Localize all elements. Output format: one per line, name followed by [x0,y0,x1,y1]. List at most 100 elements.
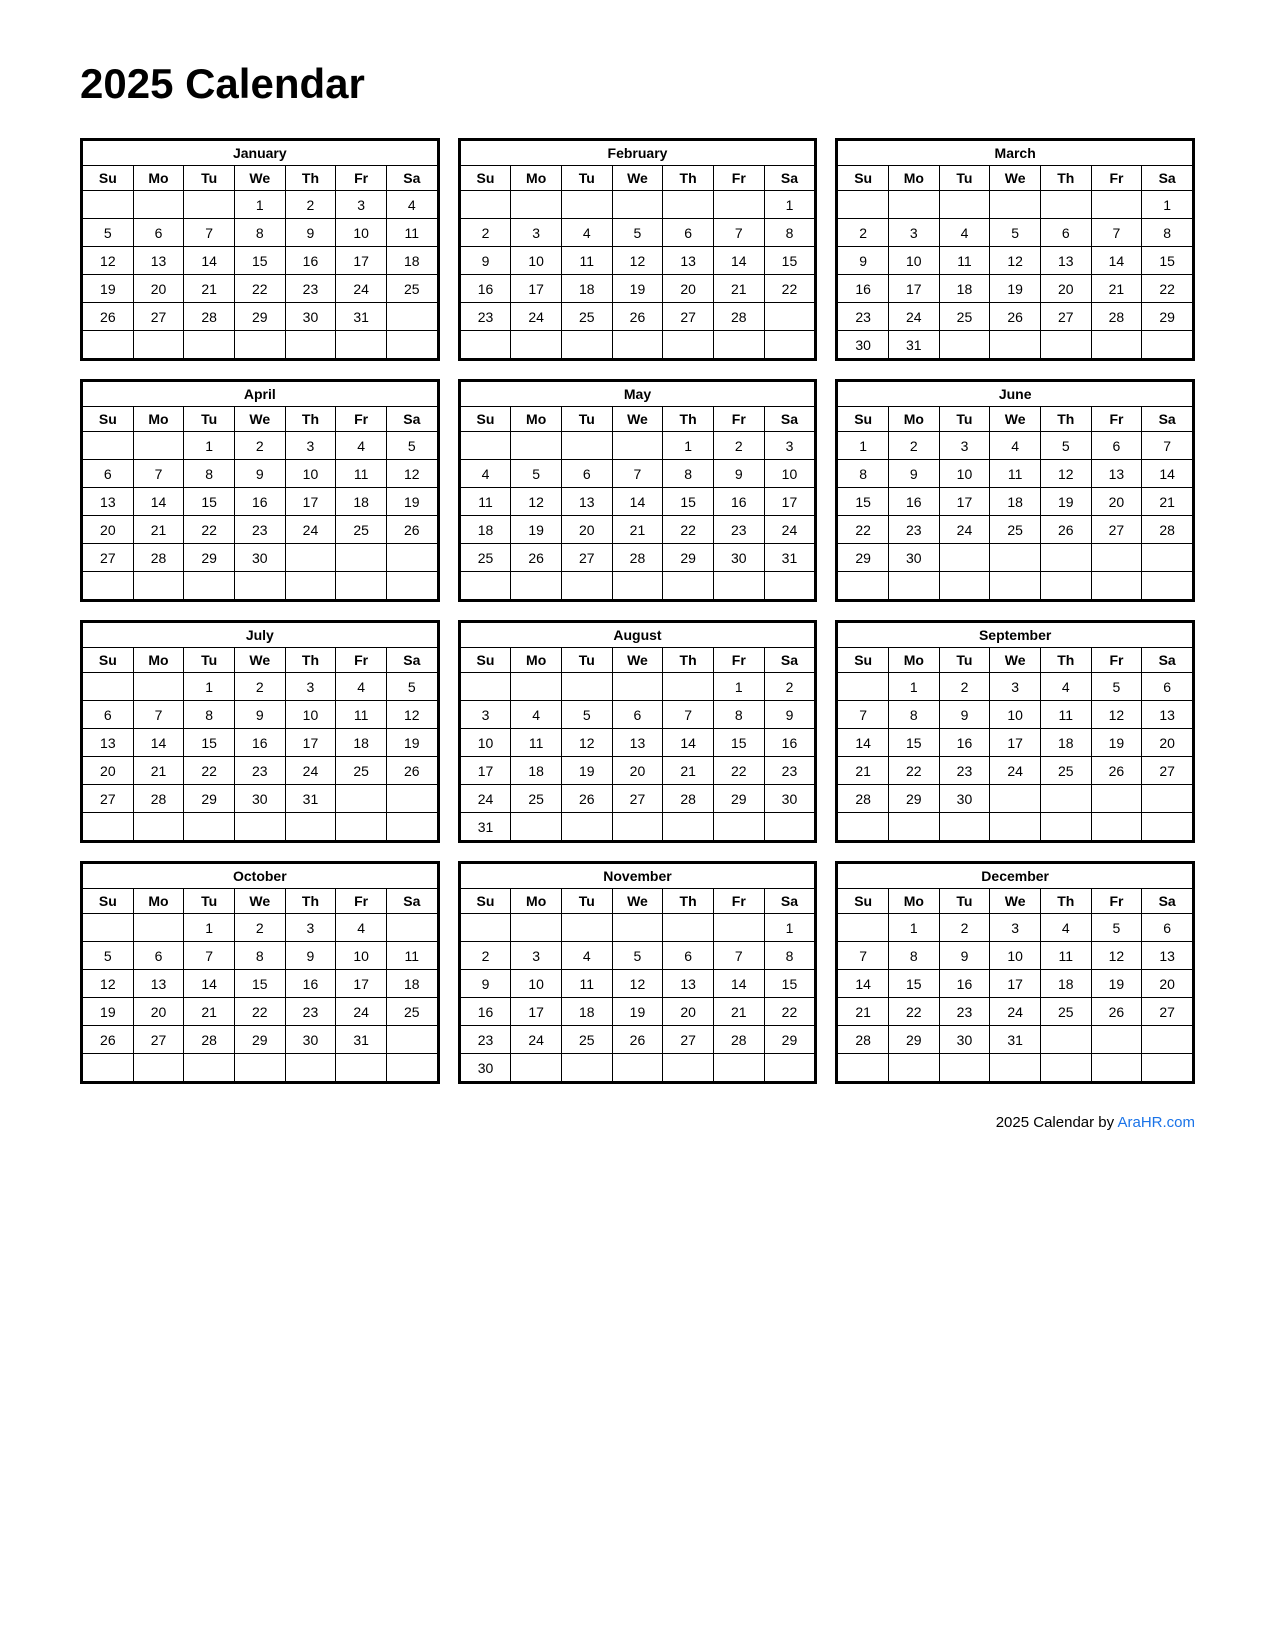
calendar-day[interactable]: 4 [460,460,511,488]
calendar-day[interactable]: 27 [561,544,612,572]
calendar-day[interactable]: 31 [336,1026,387,1054]
calendar-day[interactable]: 1 [838,432,889,460]
calendar-day[interactable]: 26 [612,1026,663,1054]
calendar-day[interactable]: 8 [764,219,815,247]
calendar-day[interactable]: 5 [386,432,437,460]
calendar-day[interactable]: 4 [336,673,387,701]
calendar-day[interactable]: 25 [561,303,612,331]
calendar-day[interactable]: 20 [561,516,612,544]
calendar-day[interactable]: 6 [1040,219,1091,247]
calendar-day[interactable]: 18 [386,247,437,275]
calendar-day[interactable]: 14 [133,729,184,757]
calendar-day[interactable]: 14 [184,247,235,275]
calendar-day[interactable]: 15 [234,970,285,998]
calendar-day[interactable]: 24 [888,303,939,331]
calendar-day[interactable]: 6 [83,701,134,729]
calendar-day[interactable]: 22 [184,757,235,785]
calendar-day[interactable]: 7 [713,219,764,247]
calendar-day[interactable]: 24 [764,516,815,544]
calendar-day[interactable]: 4 [336,914,387,942]
calendar-day[interactable]: 2 [888,432,939,460]
calendar-day[interactable]: 28 [1142,516,1193,544]
calendar-day[interactable]: 2 [234,914,285,942]
calendar-day[interactable]: 15 [713,729,764,757]
calendar-day[interactable]: 11 [336,460,387,488]
calendar-day[interactable]: 23 [888,516,939,544]
calendar-day[interactable]: 8 [888,942,939,970]
calendar-day[interactable]: 18 [561,275,612,303]
calendar-day[interactable]: 31 [460,813,511,841]
calendar-day[interactable]: 23 [460,303,511,331]
calendar-day[interactable]: 21 [713,275,764,303]
calendar-day[interactable]: 27 [1142,757,1193,785]
calendar-day[interactable]: 13 [83,729,134,757]
calendar-day[interactable]: 30 [234,785,285,813]
calendar-day[interactable]: 15 [888,729,939,757]
calendar-day[interactable]: 14 [838,970,889,998]
calendar-day[interactable]: 10 [939,460,990,488]
calendar-day[interactable]: 29 [764,1026,815,1054]
calendar-day[interactable]: 23 [713,516,764,544]
calendar-day[interactable]: 1 [764,914,815,942]
calendar-day[interactable]: 31 [285,785,336,813]
calendar-day[interactable]: 27 [663,1026,714,1054]
calendar-day[interactable]: 27 [663,303,714,331]
calendar-day[interactable]: 6 [1142,673,1193,701]
calendar-day[interactable]: 10 [336,942,387,970]
calendar-day[interactable]: 15 [1142,247,1193,275]
calendar-day[interactable]: 19 [386,729,437,757]
calendar-day[interactable]: 22 [764,998,815,1026]
calendar-day[interactable]: 22 [888,757,939,785]
calendar-day[interactable]: 28 [1091,303,1142,331]
calendar-day[interactable]: 2 [939,914,990,942]
calendar-day[interactable]: 6 [612,701,663,729]
calendar-day[interactable]: 15 [234,247,285,275]
calendar-day[interactable]: 1 [1142,191,1193,219]
calendar-day[interactable]: 28 [838,785,889,813]
calendar-day[interactable]: 24 [285,757,336,785]
calendar-day[interactable]: 8 [663,460,714,488]
calendar-day[interactable]: 18 [336,729,387,757]
calendar-day[interactable]: 8 [234,942,285,970]
calendar-day[interactable]: 7 [184,219,235,247]
calendar-day[interactable]: 22 [713,757,764,785]
calendar-day[interactable]: 1 [663,432,714,460]
calendar-day[interactable]: 27 [133,303,184,331]
calendar-day[interactable]: 31 [336,303,387,331]
calendar-day[interactable]: 16 [234,488,285,516]
calendar-day[interactable]: 4 [511,701,562,729]
calendar-day[interactable]: 25 [1040,998,1091,1026]
calendar-day[interactable]: 20 [83,516,134,544]
calendar-day[interactable]: 8 [838,460,889,488]
calendar-day[interactable]: 12 [990,247,1041,275]
calendar-day[interactable]: 1 [888,914,939,942]
calendar-day[interactable]: 7 [663,701,714,729]
calendar-day[interactable]: 12 [511,488,562,516]
calendar-day[interactable]: 20 [663,998,714,1026]
calendar-day[interactable]: 24 [511,303,562,331]
calendar-day[interactable]: 2 [460,219,511,247]
calendar-day[interactable]: 13 [561,488,612,516]
calendar-day[interactable]: 18 [1040,729,1091,757]
calendar-day[interactable]: 3 [511,942,562,970]
calendar-day[interactable]: 2 [285,191,336,219]
calendar-day[interactable]: 20 [663,275,714,303]
calendar-day[interactable]: 6 [663,942,714,970]
calendar-day[interactable]: 4 [561,942,612,970]
calendar-day[interactable]: 7 [1142,432,1193,460]
calendar-day[interactable]: 5 [561,701,612,729]
calendar-day[interactable]: 17 [990,729,1041,757]
calendar-day[interactable]: 16 [939,970,990,998]
calendar-day[interactable]: 5 [1091,914,1142,942]
calendar-day[interactable]: 19 [386,488,437,516]
calendar-day[interactable]: 2 [460,942,511,970]
calendar-day[interactable]: 31 [990,1026,1041,1054]
calendar-day[interactable]: 5 [612,942,663,970]
calendar-day[interactable]: 9 [713,460,764,488]
calendar-day[interactable]: 11 [561,970,612,998]
calendar-day[interactable]: 17 [511,998,562,1026]
calendar-day[interactable]: 30 [939,1026,990,1054]
calendar-day[interactable]: 5 [511,460,562,488]
calendar-day[interactable]: 3 [764,432,815,460]
calendar-day[interactable]: 27 [1091,516,1142,544]
